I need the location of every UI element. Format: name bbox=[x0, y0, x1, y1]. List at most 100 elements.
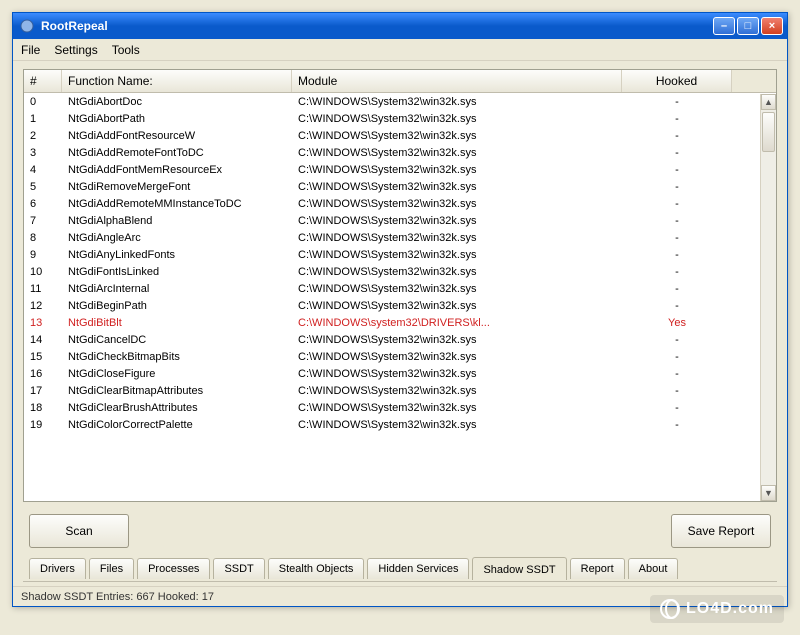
cell-hooked: - bbox=[622, 96, 732, 108]
cell-hooked: - bbox=[622, 164, 732, 176]
cell-hooked: - bbox=[622, 198, 732, 210]
listview-header: # Function Name: Module Hooked bbox=[24, 70, 776, 93]
tab-about[interactable]: About bbox=[628, 558, 679, 579]
table-row[interactable]: 14NtGdiCancelDCC:\WINDOWS\System32\win32… bbox=[24, 331, 776, 348]
cell-function-name: NtGdiFontIsLinked bbox=[62, 266, 292, 278]
scroll-down-arrow-icon[interactable]: ▼ bbox=[761, 485, 776, 501]
cell-index: 3 bbox=[24, 147, 62, 159]
table-row[interactable]: 10NtGdiFontIsLinkedC:\WINDOWS\System32\w… bbox=[24, 263, 776, 280]
cell-hooked: - bbox=[622, 368, 732, 380]
table-row[interactable]: 15NtGdiCheckBitmapBitsC:\WINDOWS\System3… bbox=[24, 348, 776, 365]
listview[interactable]: # Function Name: Module Hooked 0NtGdiAbo… bbox=[23, 69, 777, 502]
button-row: Scan Save Report bbox=[23, 502, 777, 556]
cell-index: 9 bbox=[24, 249, 62, 261]
tab-files[interactable]: Files bbox=[89, 558, 134, 579]
watermark: LO4D.com bbox=[650, 595, 784, 623]
scroll-up-arrow-icon[interactable]: ▲ bbox=[761, 94, 776, 110]
titlebar[interactable]: RootRepeal – □ × bbox=[13, 13, 787, 39]
cell-hooked: - bbox=[622, 266, 732, 278]
cell-hooked: - bbox=[622, 232, 732, 244]
cell-index: 15 bbox=[24, 351, 62, 363]
cell-hooked: - bbox=[622, 419, 732, 431]
cell-function-name: NtGdiClearBitmapAttributes bbox=[62, 385, 292, 397]
tab-shadow-ssdt[interactable]: Shadow SSDT bbox=[472, 557, 566, 580]
cell-index: 11 bbox=[24, 283, 62, 295]
tab-report[interactable]: Report bbox=[570, 558, 625, 579]
table-row[interactable]: 3NtGdiAddRemoteFontToDCC:\WINDOWS\System… bbox=[24, 144, 776, 161]
globe-icon bbox=[660, 599, 680, 619]
cell-module: C:\WINDOWS\system32\DRIVERS\kl... bbox=[292, 317, 622, 329]
tab-ssdt[interactable]: SSDT bbox=[213, 558, 264, 579]
tab-hidden-services[interactable]: Hidden Services bbox=[367, 558, 469, 579]
cell-index: 6 bbox=[24, 198, 62, 210]
cell-index: 14 bbox=[24, 334, 62, 346]
cell-function-name: NtGdiBitBlt bbox=[62, 317, 292, 329]
listview-body[interactable]: 0NtGdiAbortDocC:\WINDOWS\System32\win32k… bbox=[24, 93, 776, 501]
cell-function-name: NtGdiCheckBitmapBits bbox=[62, 351, 292, 363]
cell-function-name: NtGdiAlphaBlend bbox=[62, 215, 292, 227]
cell-function-name: NtGdiAddRemoteMMInstanceToDC bbox=[62, 198, 292, 210]
tabbar: Drivers Files Processes SSDT Stealth Obj… bbox=[23, 556, 777, 582]
cell-function-name: NtGdiClearBrushAttributes bbox=[62, 402, 292, 414]
cell-function-name: NtGdiAddRemoteFontToDC bbox=[62, 147, 292, 159]
table-row[interactable]: 2NtGdiAddFontResourceWC:\WINDOWS\System3… bbox=[24, 127, 776, 144]
column-header-module[interactable]: Module bbox=[292, 70, 622, 92]
column-header-hooked[interactable]: Hooked bbox=[622, 70, 732, 92]
cell-index: 18 bbox=[24, 402, 62, 414]
cell-module: C:\WINDOWS\System32\win32k.sys bbox=[292, 300, 622, 312]
cell-hooked: - bbox=[622, 249, 732, 261]
menu-file[interactable]: File bbox=[21, 43, 40, 57]
cell-module: C:\WINDOWS\System32\win32k.sys bbox=[292, 232, 622, 244]
table-row[interactable]: 12NtGdiBeginPathC:\WINDOWS\System32\win3… bbox=[24, 297, 776, 314]
cell-index: 8 bbox=[24, 232, 62, 244]
tab-stealth-objects[interactable]: Stealth Objects bbox=[268, 558, 365, 579]
scan-button[interactable]: Scan bbox=[29, 514, 129, 548]
cell-module: C:\WINDOWS\System32\win32k.sys bbox=[292, 249, 622, 261]
table-row[interactable]: 4NtGdiAddFontMemResourceExC:\WINDOWS\Sys… bbox=[24, 161, 776, 178]
table-row[interactable]: 18NtGdiClearBrushAttributesC:\WINDOWS\Sy… bbox=[24, 399, 776, 416]
table-row[interactable]: 17NtGdiClearBitmapAttributesC:\WINDOWS\S… bbox=[24, 382, 776, 399]
table-row[interactable]: 1NtGdiAbortPathC:\WINDOWS\System32\win32… bbox=[24, 110, 776, 127]
save-report-button[interactable]: Save Report bbox=[671, 514, 771, 548]
table-row[interactable]: 16NtGdiCloseFigureC:\WINDOWS\System32\wi… bbox=[24, 365, 776, 382]
minimize-button[interactable]: – bbox=[713, 17, 735, 35]
table-row[interactable]: 7NtGdiAlphaBlendC:\WINDOWS\System32\win3… bbox=[24, 212, 776, 229]
cell-hooked: - bbox=[622, 402, 732, 414]
cell-hooked: - bbox=[622, 385, 732, 397]
vertical-scrollbar[interactable]: ▲ ▼ bbox=[760, 94, 776, 501]
cell-function-name: NtGdiAngleArc bbox=[62, 232, 292, 244]
cell-hooked: - bbox=[622, 147, 732, 159]
tab-processes[interactable]: Processes bbox=[137, 558, 210, 579]
cell-module: C:\WINDOWS\System32\win32k.sys bbox=[292, 334, 622, 346]
cell-function-name: NtGdiRemoveMergeFont bbox=[62, 181, 292, 193]
watermark-text: LO4D.com bbox=[686, 600, 774, 618]
menu-settings[interactable]: Settings bbox=[54, 43, 97, 57]
cell-module: C:\WINDOWS\System32\win32k.sys bbox=[292, 266, 622, 278]
table-row[interactable]: 8NtGdiAngleArcC:\WINDOWS\System32\win32k… bbox=[24, 229, 776, 246]
table-row[interactable]: 0NtGdiAbortDocC:\WINDOWS\System32\win32k… bbox=[24, 93, 776, 110]
cell-index: 5 bbox=[24, 181, 62, 193]
maximize-button[interactable]: □ bbox=[737, 17, 759, 35]
close-button[interactable]: × bbox=[761, 17, 783, 35]
scroll-thumb[interactable] bbox=[762, 112, 775, 152]
cell-module: C:\WINDOWS\System32\win32k.sys bbox=[292, 402, 622, 414]
cell-index: 13 bbox=[24, 317, 62, 329]
cell-function-name: NtGdiAnyLinkedFonts bbox=[62, 249, 292, 261]
cell-module: C:\WINDOWS\System32\win32k.sys bbox=[292, 113, 622, 125]
cell-function-name: NtGdiBeginPath bbox=[62, 300, 292, 312]
table-row[interactable]: 13NtGdiBitBltC:\WINDOWS\system32\DRIVERS… bbox=[24, 314, 776, 331]
cell-hooked: - bbox=[622, 351, 732, 363]
table-row[interactable]: 19NtGdiColorCorrectPaletteC:\WINDOWS\Sys… bbox=[24, 416, 776, 433]
menu-tools[interactable]: Tools bbox=[112, 43, 140, 57]
table-row[interactable]: 5NtGdiRemoveMergeFontC:\WINDOWS\System32… bbox=[24, 178, 776, 195]
table-row[interactable]: 6NtGdiAddRemoteMMInstanceToDCC:\WINDOWS\… bbox=[24, 195, 776, 212]
cell-function-name: NtGdiCancelDC bbox=[62, 334, 292, 346]
column-header-function[interactable]: Function Name: bbox=[62, 70, 292, 92]
tab-drivers[interactable]: Drivers bbox=[29, 558, 86, 579]
table-row[interactable]: 11NtGdiArcInternalC:\WINDOWS\System32\wi… bbox=[24, 280, 776, 297]
table-row[interactable]: 9NtGdiAnyLinkedFontsC:\WINDOWS\System32\… bbox=[24, 246, 776, 263]
cell-module: C:\WINDOWS\System32\win32k.sys bbox=[292, 181, 622, 193]
cell-index: 4 bbox=[24, 164, 62, 176]
column-header-index[interactable]: # bbox=[24, 70, 62, 92]
cell-hooked: Yes bbox=[622, 317, 732, 329]
